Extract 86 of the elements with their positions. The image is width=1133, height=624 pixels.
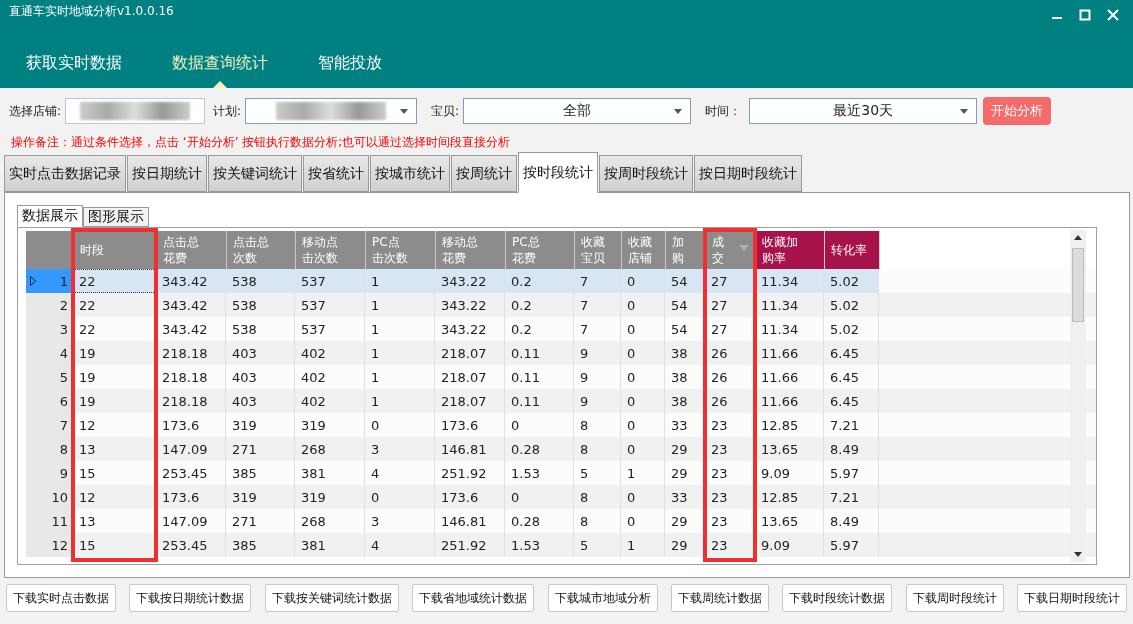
row-header[interactable]: 4 [26,341,73,365]
download-button[interactable]: 下载省地域统计数据 [412,584,535,612]
row-header[interactable]: 11 [26,509,73,533]
row-header[interactable]: 3 [26,317,73,341]
row-header[interactable]: 9 [26,461,73,485]
table-cell: 0 [621,269,665,293]
download-button[interactable]: 下载按关键词统计数据 [264,584,399,612]
table-cell: 5.02 [824,269,879,293]
dropdown-icon [400,109,409,114]
row-header[interactable]: 5 [26,365,73,389]
shop-field[interactable] [65,98,206,124]
table-cell: 5 [574,533,621,557]
row-header[interactable]: 1 [26,269,73,293]
column-header[interactable]: 收藏加购率 [756,231,825,269]
time-dropdown[interactable]: 最近30天 [749,98,978,124]
time-label: 时间： [705,102,742,120]
table-cell: 381 [295,533,365,557]
download-button[interactable]: 下载城市地域分析 [547,584,658,612]
shop-label: 选择店铺: [9,102,62,120]
nav-tab[interactable]: 获取实时数据 [14,48,134,78]
table-cell: 253.45 [156,533,226,557]
table-cell: 343.22 [435,269,505,293]
table-cell: 27 [705,269,755,293]
table-cell: 343.42 [156,269,226,293]
tab[interactable]: 按时段统计 [518,152,598,193]
table-cell: 0.2 [505,269,574,293]
scroll-thumb[interactable] [1072,248,1084,322]
table-cell: 251.92 [435,533,505,557]
dropdown-icon [960,109,969,114]
table-cell: 537 [295,269,365,293]
table-cell: 1 [365,269,435,293]
download-button[interactable]: 下载按日期统计数据 [129,584,252,612]
download-button[interactable]: 下载实时点击数据 [6,584,116,612]
download-button[interactable]: 下载日期时段统计 [1017,584,1127,612]
nav-tab[interactable]: 数据查询统计 [160,48,280,78]
download-button[interactable]: 下载周统计数据 [670,584,769,612]
table-cell: 5.97 [824,533,879,557]
row-header[interactable]: 7 [26,413,73,437]
table-cell: 538 [226,269,295,293]
row-header[interactable]: 10 [26,485,73,509]
operation-note: 操作备注：通过条件选择，点击 ‘开始分析’ 按钮执行数据分析;也可以通过选择时间段直接分析 [10,134,512,150]
table-cell: 1.53 [505,533,574,557]
nav-tab[interactable]: 智能投放 [306,48,394,78]
tab[interactable]: 按省统计 [303,155,369,192]
maximize-icon[interactable] [1079,9,1091,21]
row-header[interactable]: 8 [26,437,73,461]
table-cell: 23 [705,533,755,557]
tab[interactable]: 按关键词统计 [208,155,302,192]
table-cell: 9.09 [755,533,824,557]
scroll-up-icon[interactable] [1074,235,1082,240]
column-header[interactable]: 转化率 [825,231,880,269]
window-title: 直通车实时地域分析v1.0.0.16 [9,2,174,20]
table-cell: 15 [73,533,156,557]
close-icon[interactable] [1107,9,1119,21]
table-cell: 4 [365,533,435,557]
download-button[interactable]: 下载时段统计数据 [782,584,893,612]
table-cell: 7 [574,269,621,293]
vertical-scrollbar[interactable] [1070,230,1086,562]
row-header[interactable]: 2 [26,293,73,317]
header-corner [26,231,74,269]
tab[interactable]: 按日期统计 [127,155,207,192]
row-header[interactable]: 6 [26,389,73,413]
tab[interactable]: 实时点击数据记录 [4,155,126,192]
tab[interactable]: 按周统计 [451,155,517,192]
scroll-down-icon[interactable] [1074,552,1082,557]
tab[interactable]: 按城市统计 [370,155,450,192]
table-cell: 54 [665,269,705,293]
caret-icon [213,81,227,88]
dropdown-icon [674,109,683,114]
item-dropdown[interactable]: 全部 [463,98,692,124]
sub-tab[interactable]: 数据展示 [17,205,83,227]
table-cell: 11.34 [755,269,824,293]
tab[interactable]: 按周时段统计 [599,155,693,192]
sub-tab[interactable]: 图形展示 [83,207,149,227]
current-row-icon [30,276,36,286]
table-cell: 1 [621,533,665,557]
plan-dropdown[interactable] [245,98,418,124]
download-button[interactable]: 下载周时段统计 [905,584,1004,612]
tab[interactable]: 按日期时段统计 [694,155,802,192]
plan-label: 计划: [213,102,242,120]
table-cell: 22 [73,269,156,293]
row-header[interactable]: 12 [26,533,73,557]
table-cell: 385 [226,533,295,557]
sort-icon [739,245,749,251]
table-cell: 29 [665,533,705,557]
item-label: 宝贝: [431,102,460,120]
